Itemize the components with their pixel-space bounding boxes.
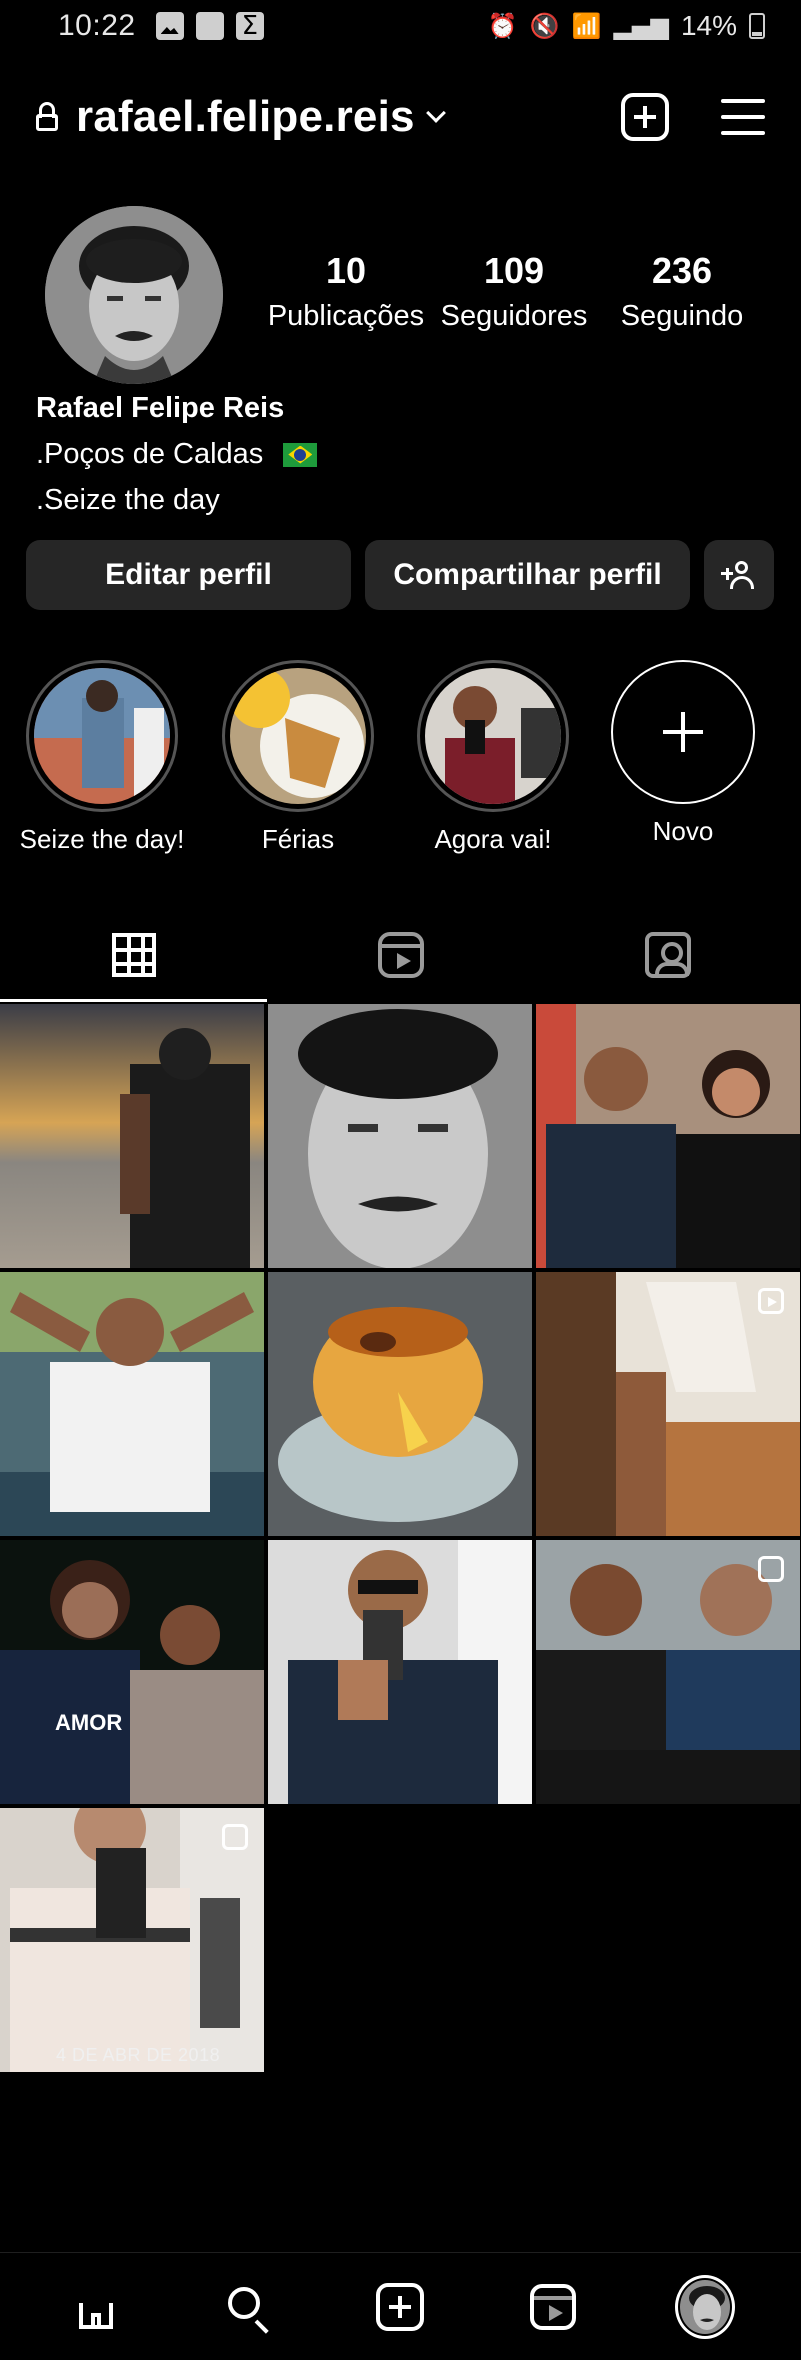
sigma-icon <box>235 11 264 41</box>
lock-icon <box>36 102 58 132</box>
home-icon <box>73 2285 119 2329</box>
stat-posts[interactable]: 10 Publicações <box>262 250 430 333</box>
nav-reels[interactable] <box>523 2277 583 2337</box>
highlight-item[interactable]: Férias <box>198 660 398 855</box>
highlight-label: Seize the day! <box>19 824 185 854</box>
post-tile[interactable] <box>268 1004 532 1268</box>
post-tile[interactable] <box>536 1540 800 1804</box>
highlight-label: Agora vai! <box>434 824 552 854</box>
photo-date-caption: 4 DE ABR DE 2018 <box>56 2045 221 2065</box>
search-icon <box>226 2285 270 2329</box>
highlight-label: Férias <box>261 824 335 854</box>
reels-icon <box>529 2283 576 2330</box>
bottom-navigation <box>0 2252 801 2360</box>
highlight-item[interactable]: Agora vai! <box>393 660 593 855</box>
nav-profile[interactable] <box>674 2274 735 2339</box>
nav-create[interactable] <box>370 2277 430 2337</box>
status-notification-icons <box>155 11 264 41</box>
profile-avatar <box>674 2274 735 2339</box>
bio-line: .Poços de Caldas <box>36 438 318 471</box>
post-tile[interactable]: 4 DE ABR DE 2018 <box>0 1808 264 2072</box>
account-switcher-username[interactable]: rafael.felipe.reis <box>76 92 415 142</box>
cast-icon <box>195 12 224 40</box>
status-system-icons: ⏰ 🔇 📶 ▂▄▆ 14% <box>488 10 765 42</box>
post-tile[interactable] <box>268 1272 532 1536</box>
profile-actions: Editar perfil Compartilhar perfil <box>26 540 774 610</box>
highlight-item[interactable]: Seize the day! <box>2 660 202 855</box>
nav-search[interactable] <box>218 2277 278 2337</box>
tab-tagged[interactable] <box>534 908 801 1002</box>
post-tile[interactable] <box>0 1272 264 1536</box>
edit-profile-button[interactable]: Editar perfil <box>26 540 351 610</box>
battery-icon <box>749 13 765 39</box>
menu-icon[interactable] <box>721 99 765 135</box>
brazil-flag-icon <box>283 442 318 467</box>
create-icon <box>376 2282 425 2331</box>
new-highlight-button[interactable]: Novo <box>583 660 783 847</box>
highlight-label: Novo <box>652 816 714 846</box>
svg-text:AMOR: AMOR <box>55 1710 122 1735</box>
reel-badge-icon <box>758 1288 784 1314</box>
carousel-badge-icon <box>758 1556 784 1582</box>
stat-following[interactable]: 236 Seguindo <box>598 250 766 333</box>
share-profile-button[interactable]: Compartilhar perfil <box>365 540 690 610</box>
stat-label: Seguidores <box>440 300 588 332</box>
post-tile[interactable] <box>536 1004 800 1268</box>
post-tile[interactable] <box>536 1272 800 1536</box>
post-tile[interactable]: AMOR <box>0 1540 264 1804</box>
wifi-icon: 📶 <box>571 12 602 40</box>
stat-value: 10 <box>325 250 367 291</box>
plus-icon <box>611 660 755 804</box>
gallery-icon <box>155 12 184 40</box>
stat-label: Seguindo <box>620 300 744 332</box>
highlight-cover <box>425 668 561 804</box>
nav-home[interactable] <box>66 2277 126 2337</box>
carousel-badge-icon <box>222 1824 248 1850</box>
status-bar: 10:22 ⏰ 🔇 📶 ▂▄▆ 14% <box>0 0 801 52</box>
story-highlights: Seize the day! Férias Agora vai! Novo <box>0 660 801 860</box>
tab-reels[interactable] <box>267 908 534 1002</box>
grid-icon <box>111 933 156 977</box>
profile-name: Rafael Felipe Reis <box>36 392 285 424</box>
discover-people-button[interactable] <box>704 540 774 610</box>
post-tile[interactable] <box>268 1540 532 1804</box>
bio-line: .Seize the day <box>36 484 317 517</box>
create-post-icon[interactable] <box>621 93 669 141</box>
stat-value: 236 <box>651 250 713 291</box>
battery-percent: 14% <box>680 10 737 41</box>
reels-icon <box>377 932 424 978</box>
stat-label: Publicações <box>267 300 425 332</box>
highlight-ring <box>417 660 569 812</box>
profile-stats: 10 Publicações 109 Seguidores 236 Seguin… <box>262 250 766 333</box>
stat-value: 109 <box>483 250 545 291</box>
highlight-cover <box>34 668 170 804</box>
bio-location: .Poços de Caldas <box>36 438 264 470</box>
highlight-ring <box>222 660 374 812</box>
profile-bio: Rafael Felipe Reis .Poços de Caldas .Sei… <box>36 392 318 517</box>
highlight-ring <box>26 660 178 812</box>
share-profile-label: Compartilhar perfil <box>393 558 662 591</box>
post-tile[interactable] <box>0 1004 264 1268</box>
highlight-cover <box>230 668 366 804</box>
chevron-down-icon[interactable] <box>425 103 446 123</box>
tab-posts[interactable] <box>0 908 267 1002</box>
add-user-icon <box>721 560 757 590</box>
profile-header: rafael.felipe.reis <box>0 80 801 154</box>
signal-icon: ▂▄▆ <box>613 12 669 40</box>
alarm-icon: ⏰ <box>487 12 518 40</box>
bio-motto: .Seize the day <box>36 484 220 516</box>
profile-tabs <box>0 908 801 1002</box>
tagged-icon <box>644 932 691 978</box>
profile-avatar[interactable] <box>45 206 223 384</box>
mute-icon: 🔇 <box>529 12 560 40</box>
stat-followers[interactable]: 109 Seguidores <box>430 250 598 333</box>
status-time: 10:22 <box>58 9 136 42</box>
